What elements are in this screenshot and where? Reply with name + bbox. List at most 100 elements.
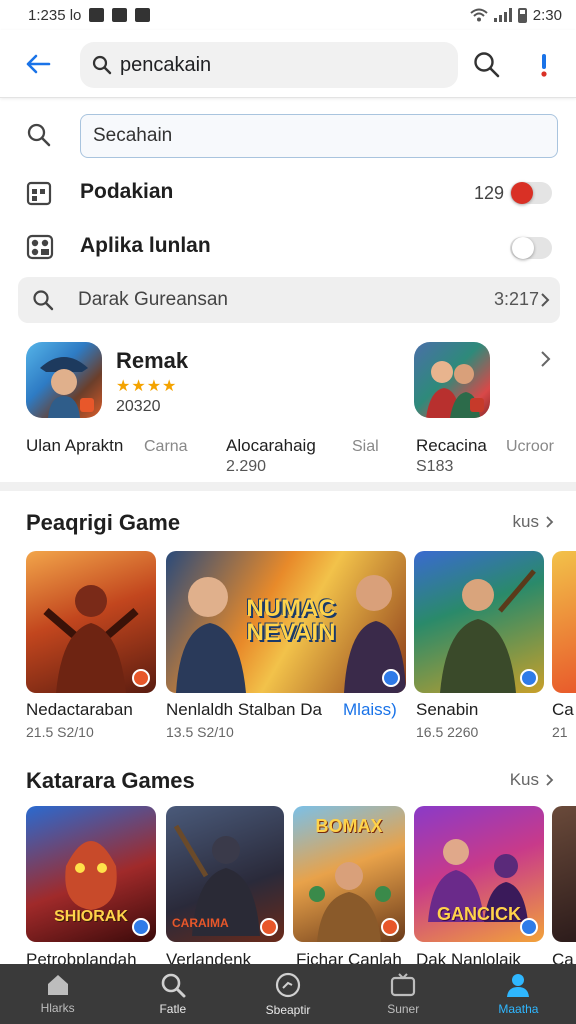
- featured-label[interactable]: Sial: [352, 438, 379, 456]
- chevron-right-icon: [546, 516, 554, 528]
- battery-icon: [517, 7, 527, 23]
- nav-explore[interactable]: Sbeaptir: [230, 964, 345, 1024]
- section-more-link[interactable]: kus: [513, 512, 554, 532]
- bottom-navigation: Hlarks Fatle Sbeaptir Suner Maatha: [0, 964, 576, 1024]
- app-badge: [520, 918, 538, 936]
- suggestion-label: Podakian: [80, 180, 174, 203]
- nav-label: Hlarks: [40, 1001, 75, 1015]
- game-card[interactable]: [552, 806, 576, 942]
- nav-label: Fatle: [159, 1002, 187, 1016]
- game-meta: 21.5 S2/10: [26, 724, 94, 740]
- app-badge: [382, 669, 400, 687]
- suggestion-label: Aplika lunlan: [80, 234, 211, 257]
- aplika-toggle[interactable]: [510, 237, 552, 259]
- featured-label[interactable]: Ulan Apraktn: [26, 436, 123, 456]
- suggestion-search-field[interactable]: [80, 114, 558, 158]
- game-card[interactable]: GANCICK: [414, 806, 544, 942]
- game-banner-text: BOMAX: [315, 816, 383, 836]
- recent-search-text: Darak Gureansan: [78, 289, 228, 310]
- suggestion-row-podakian[interactable]: Podakian 129: [0, 176, 576, 210]
- search-input[interactable]: [120, 53, 420, 77]
- game-card[interactable]: [552, 551, 576, 693]
- rating-stars: ★★★★: [116, 378, 178, 395]
- heroes-icon: [426, 361, 484, 418]
- chevron-right-icon: [541, 293, 550, 307]
- game-card[interactable]: [414, 551, 544, 693]
- home-icon: [47, 975, 68, 995]
- more-label: Kus: [509, 770, 539, 789]
- compass-icon: [275, 972, 301, 998]
- featured-label[interactable]: Carna: [144, 438, 188, 456]
- featured-app-name[interactable]: Remak: [116, 348, 188, 374]
- status-left: 1:235 lo: [28, 6, 151, 24]
- nav-label: Suner: [387, 1002, 420, 1016]
- app-badge: [381, 918, 399, 936]
- arrow-left-icon: [26, 54, 51, 74]
- game-card[interactable]: BOMAX: [293, 806, 405, 942]
- nav-tv[interactable]: Suner: [346, 964, 461, 1024]
- chevron-right-icon[interactable]: [540, 350, 552, 368]
- section-title: Katarara Games: [26, 768, 195, 793]
- game-card[interactable]: CARAIMA: [166, 806, 284, 942]
- game-card[interactable]: SHIORAK: [26, 806, 156, 942]
- back-button[interactable]: [22, 48, 54, 80]
- chevron-right-icon: [546, 774, 554, 786]
- calendar-icon: [26, 181, 52, 206]
- search-icon: [92, 55, 112, 75]
- search-icon: [33, 290, 54, 311]
- status-bar: 1:235 lo 2:30: [0, 0, 576, 30]
- featured-app-count: 20320: [116, 398, 161, 415]
- app-badge: [132, 669, 150, 687]
- game-meta: 16.5 2260: [416, 724, 479, 740]
- more-options-button[interactable]: [532, 48, 556, 82]
- tv-icon: [391, 973, 416, 997]
- game-card[interactable]: [26, 551, 156, 693]
- featured-app-icon[interactable]: [26, 342, 102, 418]
- game-name[interactable]: Ca: [552, 700, 574, 720]
- game-link[interactable]: Mlaiss): [343, 700, 397, 720]
- featured-label[interactable]: Recacina: [416, 436, 487, 456]
- section-more-link[interactable]: Kus: [510, 770, 554, 790]
- game-banner-text: CARAIMA: [172, 916, 229, 930]
- game-name[interactable]: Nenlaldh Stalban Da: [166, 700, 322, 720]
- podakian-toggle[interactable]: [510, 182, 552, 204]
- more-label: kus: [512, 512, 539, 531]
- game-banner-text: NUMAC NEVAIN: [246, 595, 336, 646]
- app-badge: [132, 918, 150, 936]
- game-card[interactable]: NUMAC NEVAIN: [166, 551, 406, 693]
- notification-icon: [89, 8, 105, 22]
- nav-label: Maatha: [498, 1002, 539, 1016]
- nav-profile[interactable]: Maatha: [461, 964, 576, 1024]
- exclamation-icon: [541, 54, 547, 77]
- person-icon: [507, 974, 530, 997]
- search-bar[interactable]: [80, 42, 458, 88]
- suggestion-row-aplika[interactable]: Aplika lunlan: [0, 230, 576, 264]
- game-meta: 21: [552, 724, 568, 740]
- signal-icon: [493, 8, 512, 22]
- recent-search-pill[interactable]: Darak Gureansan 3:217: [18, 277, 560, 323]
- section-title: Peaqrigi Game: [26, 510, 181, 535]
- section-divider: [0, 482, 576, 491]
- toggle-knob: [511, 182, 533, 204]
- status-time: 1:235 lo: [28, 6, 82, 24]
- game-meta: 13.5 S2/10: [166, 724, 234, 740]
- game-name[interactable]: Nedactaraban: [26, 700, 133, 720]
- featured-meta: 2.290: [226, 458, 267, 475]
- featured-label[interactable]: Ucroor: [506, 438, 554, 456]
- nav-home[interactable]: Hlarks: [0, 964, 115, 1024]
- search-icon: [27, 123, 51, 147]
- nav-search[interactable]: Fatle: [115, 964, 230, 1024]
- wifi-icon: [470, 8, 488, 22]
- status-time-right: 2:30: [532, 6, 562, 24]
- recent-search-value: 3:217: [494, 289, 540, 309]
- featured-app-icon-2[interactable]: [414, 342, 490, 418]
- app-badge: [520, 669, 538, 687]
- warrior-icon: [40, 357, 94, 418]
- app-badge: [260, 918, 278, 936]
- search-icon: [161, 973, 186, 998]
- game-name[interactable]: Senabin: [416, 700, 478, 720]
- search-button[interactable]: [472, 50, 502, 80]
- suggestion-count: 129: [474, 183, 505, 203]
- featured-label[interactable]: Alocarahaig: [226, 436, 316, 456]
- search-header: [0, 30, 576, 98]
